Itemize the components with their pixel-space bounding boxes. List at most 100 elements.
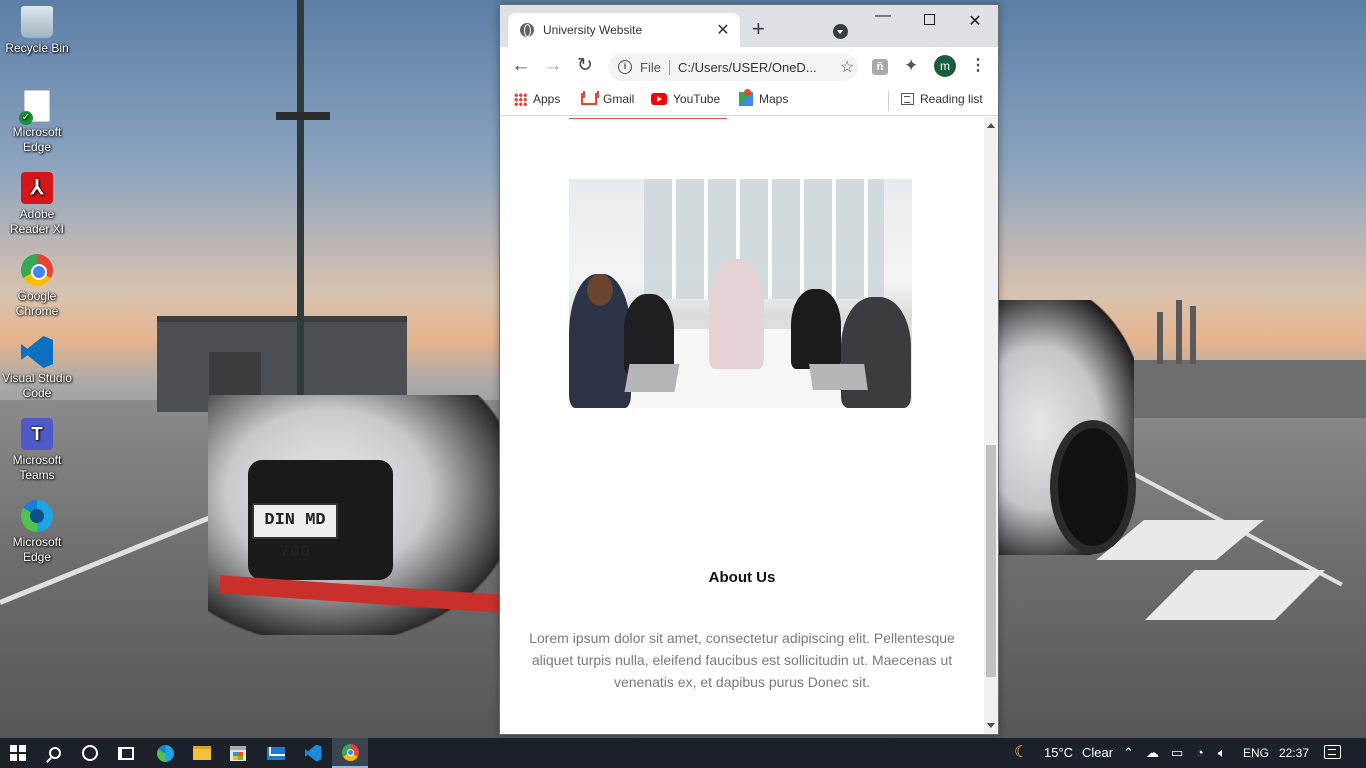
reading-list-label: Reading list (920, 92, 983, 106)
bookmark-star-icon[interactable]: ☆ (836, 57, 858, 77)
close-window-button[interactable]: ✕ (960, 11, 990, 31)
battery-icon[interactable]: ▭ (1171, 746, 1183, 760)
scroll-thumb[interactable] (986, 445, 996, 677)
mail-icon (267, 746, 285, 760)
scheme-label: File (640, 59, 670, 75)
recycle-bin-icon (21, 6, 53, 38)
minimize-button[interactable]: — (868, 7, 898, 25)
tab-close-icon[interactable]: ✕ (714, 20, 732, 40)
onedrive-icon[interactable]: ☁ (1146, 746, 1159, 760)
person (791, 289, 841, 369)
reading-list-button[interactable]: Reading list (901, 92, 983, 106)
bookmark-gmail[interactable]: Gmail (581, 92, 634, 106)
desktop-icon-recycle-bin[interactable]: Recycle Bin (0, 6, 74, 56)
maximize-button[interactable] (914, 11, 944, 29)
bookmark-youtube[interactable]: YouTube (651, 92, 720, 106)
vscode-icon (21, 336, 53, 368)
bookmark-label: Maps (759, 92, 789, 106)
laptop (809, 364, 868, 390)
bookmark-label: Gmail (603, 92, 635, 106)
tab-search-icon[interactable] (833, 24, 848, 39)
tab-university-website[interactable]: University Website ✕ (508, 13, 740, 47)
extension-icon[interactable]: ñ (872, 59, 888, 75)
taskbar: ☾ 15°C Clear ⌃ ☁ ▭ ◔ 🔈︎ ENG 22:37 (0, 738, 1366, 768)
license-plate: DIN MD 700 (252, 503, 338, 562)
url-text[interactable]: C:/Users/USER/OneD... (678, 60, 836, 75)
tab-strip: University Website ✕ + — ✕ (500, 5, 998, 47)
browser-toolbar: ← → ↻ i File C:/Users/USER/OneD... ☆ ñ ✦… (500, 47, 998, 85)
desktop-icon-microsoft-teams[interactable]: T Microsoft Teams (0, 418, 74, 483)
desktop-icon-microsoft-edge[interactable]: Microsoft Edge (0, 500, 74, 565)
volume-icon[interactable]: 🔈︎ (1218, 746, 1226, 760)
clock[interactable]: 22:37 (1279, 738, 1309, 768)
bookmark-maps[interactable]: Maps (739, 89, 789, 106)
search-button[interactable] (37, 738, 73, 768)
taskbar-vscode[interactable] (295, 738, 331, 768)
lamp-post (297, 0, 304, 400)
weather-condition[interactable]: Clear (1082, 738, 1113, 768)
profile-avatar[interactable]: m (934, 55, 956, 77)
page-viewport[interactable]: About Us Lorem ipsum dolor sit amet, con… (500, 117, 984, 734)
laptop (624, 364, 680, 392)
page-scrollbar[interactable] (984, 117, 998, 734)
taskbar-file-explorer[interactable] (184, 738, 220, 768)
taskbar-store[interactable] (220, 738, 256, 768)
bookmark-label: Apps (533, 92, 561, 106)
bookmarks-divider (888, 91, 889, 111)
youtube-icon (651, 93, 667, 105)
chrome-icon (341, 743, 359, 761)
forward-button[interactable]: → (541, 54, 565, 78)
desktop-icon-google-chrome[interactable]: Google Chrome (0, 254, 74, 319)
reading-list-icon (901, 93, 914, 105)
chevron-up-icon[interactable]: ⌃ (1123, 746, 1134, 760)
browser-menu-icon[interactable]: ⋮ (970, 55, 986, 75)
team-meeting-photo (569, 179, 912, 408)
windows-logo-icon (10, 745, 26, 761)
bookmarks-bar: Apps Gmail YouTube Maps Reading list (500, 85, 998, 116)
adobe-reader-icon: ⅄ (21, 172, 53, 204)
taskbar-edge[interactable] (147, 738, 183, 768)
edge-icon (156, 744, 174, 762)
teams-icon: T (21, 418, 53, 450)
extensions-puzzle-icon[interactable]: ✦ (904, 56, 918, 76)
desktop-icon-vscode[interactable]: Visual Studio Code (0, 336, 74, 401)
folder-icon (193, 746, 211, 760)
scroll-up-icon[interactable] (987, 123, 995, 128)
taskbar-chrome[interactable] (332, 738, 368, 768)
about-us-heading: About Us (708, 569, 776, 586)
wifi-icon[interactable]: ◔ (1196, 746, 1204, 760)
reload-button[interactable]: ↻ (573, 54, 597, 78)
address-bar[interactable]: i File C:/Users/USER/OneD... ☆ (608, 53, 858, 81)
cortana-icon (82, 745, 98, 761)
edge-icon (21, 500, 53, 532)
desktop-icon-label: Microsoft Edge (12, 535, 62, 564)
notifications-icon[interactable] (1324, 745, 1341, 759)
scroll-down-icon[interactable] (987, 723, 995, 728)
new-tab-button[interactable]: + (752, 18, 765, 40)
bookmark-apps[interactable]: Apps (514, 92, 560, 106)
language-indicator[interactable]: ENG (1243, 738, 1269, 768)
tab-title: University Website (543, 23, 643, 37)
desktop-icon-adobe-reader[interactable]: ⅄ Adobe Reader XI (0, 172, 74, 237)
taskbar-mail[interactable] (258, 738, 294, 768)
start-button[interactable] (0, 738, 36, 768)
task-view-button[interactable] (108, 738, 144, 768)
desktop-icon-label: Visual Studio Code (2, 371, 72, 400)
site-info-icon[interactable]: i (618, 60, 632, 74)
desktop-icon-label: Recycle Bin (5, 41, 69, 55)
desktop-icon-label: Microsoft Edge (12, 125, 62, 154)
about-us-paragraph: Lorem ipsum dolor sit amet, consectetur … (529, 630, 955, 690)
gmail-icon (581, 93, 597, 105)
weather-temperature[interactable]: 15°C (1044, 738, 1073, 768)
partially-visible-button[interactable] (569, 117, 727, 119)
lamp-head (276, 112, 330, 120)
desktop-icon-microsoft-edge-doc[interactable]: Microsoft Edge (0, 90, 74, 155)
cortana-button[interactable] (72, 738, 108, 768)
chimney (1190, 306, 1196, 364)
car-wheel (1050, 420, 1136, 554)
apps-grid-icon (514, 92, 527, 106)
back-button[interactable]: ← (509, 54, 533, 78)
person (841, 297, 911, 408)
edge-document-icon (19, 90, 50, 125)
moon-weather-icon[interactable]: ☾ (1014, 738, 1028, 768)
